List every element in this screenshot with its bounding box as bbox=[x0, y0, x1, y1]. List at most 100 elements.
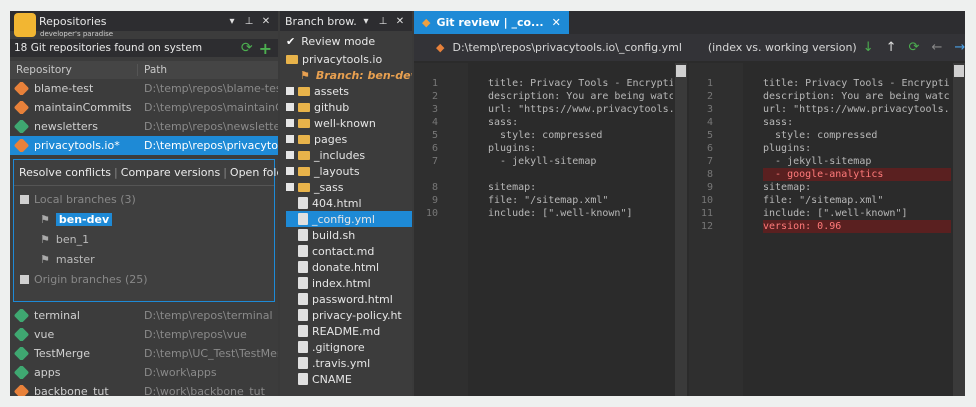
tree-folder[interactable]: _includes bbox=[286, 147, 412, 163]
left-editor[interactable]: 1 2 3 4 5 6 7 8 9 10 title: Privacy Tools - Encry… bbox=[414, 63, 687, 396]
tree-file[interactable]: password.html bbox=[286, 291, 412, 307]
tree-file[interactable]: .gitignore bbox=[286, 339, 412, 355]
refresh-icon[interactable]: ⟳ bbox=[241, 40, 253, 56]
up-arrow-icon[interactable]: ↑ bbox=[886, 40, 897, 55]
line-number: 8 bbox=[431, 182, 438, 193]
tree-file[interactable]: contact.md bbox=[286, 243, 412, 259]
collapse-icon[interactable] bbox=[20, 194, 29, 204]
tree-file[interactable]: build.sh bbox=[286, 227, 412, 243]
right-editor[interactable]: 1 2 3 4 5 6 7 8 9 10 11 12 title: Privacy Tools - E… bbox=[689, 63, 965, 396]
branch-icon: ⚑ bbox=[40, 252, 50, 266]
file-icon bbox=[298, 213, 308, 225]
expand-icon[interactable] bbox=[286, 87, 294, 95]
branch-label: master bbox=[55, 252, 95, 266]
compare-versions-link[interactable]: Compare versions bbox=[121, 166, 220, 179]
repo-row[interactable]: TestMerge D:\temp\UC_Test\TestMerg bbox=[10, 344, 278, 363]
tree-folder[interactable]: assets bbox=[286, 83, 412, 99]
repo-status-icon bbox=[13, 385, 30, 396]
tree-file[interactable]: .travis.yml bbox=[286, 355, 412, 371]
tree-folder[interactable]: github bbox=[286, 99, 412, 115]
tree-file[interactable]: _config.yml bbox=[286, 211, 412, 227]
repo-row[interactable]: privacytools.io* D:\temp\repos\privacytoo… bbox=[10, 136, 278, 155]
dropdown-icon[interactable]: ▾ bbox=[359, 16, 373, 27]
tree-file[interactable]: privacy-policy.ht bbox=[286, 307, 412, 323]
dropdown-icon[interactable]: ▾ bbox=[225, 16, 239, 27]
expand-icon[interactable] bbox=[286, 135, 294, 143]
branch-ben-1[interactable]: ⚑ ben_1 bbox=[20, 229, 274, 249]
repo-row[interactable]: backbone_tut D:\work\backbone_tut bbox=[10, 382, 278, 396]
repo-count-bar: 18 Git repositories found on system ⟳ + bbox=[10, 39, 278, 58]
repo-row[interactable]: newsletters D:\temp\repos\newsletters bbox=[10, 117, 278, 136]
tree-file[interactable]: donate.html bbox=[286, 259, 412, 275]
branch-ben-dev[interactable]: ⚑ ben-dev bbox=[20, 209, 274, 229]
folder-icon bbox=[298, 150, 310, 160]
close-tab-icon[interactable]: ✕ bbox=[552, 16, 561, 29]
folder-icon bbox=[286, 54, 298, 64]
pin-icon[interactable]: ⊥ bbox=[376, 16, 390, 27]
tree-branch: ⚑ Branch: ben-dev bbox=[286, 67, 412, 83]
close-icon[interactable]: ✕ bbox=[393, 16, 407, 27]
tree-folder[interactable]: well-known bbox=[286, 115, 412, 131]
tree-branch-label: Branch: ben-dev bbox=[315, 68, 412, 82]
line-number: 6 bbox=[431, 143, 438, 154]
tab-git-review[interactable]: ◆ Git review | _co... ✕ bbox=[414, 11, 569, 34]
line-number bbox=[414, 168, 468, 181]
folder-label: pages bbox=[314, 132, 348, 146]
tree-file[interactable]: 404.html bbox=[286, 195, 412, 211]
folder-icon bbox=[298, 102, 310, 112]
column-path[interactable]: Path bbox=[138, 64, 167, 76]
repo-row[interactable]: terminal D:\temp\repos\terminal bbox=[10, 306, 278, 325]
back-icon[interactable]: ← bbox=[931, 40, 942, 55]
repo-row[interactable]: blame-test D:\temp\repos\blame-test bbox=[10, 79, 278, 98]
tree-folder[interactable]: pages bbox=[286, 131, 412, 147]
code-line: title: Privacy Tools - Encrypti bbox=[763, 78, 950, 89]
branch-icon: ⚑ bbox=[40, 212, 50, 226]
local-branches-node[interactable]: Local branches (3) bbox=[20, 189, 274, 209]
file-label: README.md bbox=[312, 324, 381, 338]
tree-file[interactable]: README.md bbox=[286, 323, 412, 339]
tree-folder[interactable]: _sass bbox=[286, 179, 412, 195]
folder-label: _layouts bbox=[314, 164, 360, 178]
repo-row[interactable]: maintainCommits D:\temp\repos\maintainCo bbox=[10, 98, 278, 117]
code-line: include: [".well-known"] bbox=[488, 208, 633, 219]
repo-path: D:\temp\repos\maintainCo bbox=[144, 101, 278, 114]
close-icon[interactable]: ✕ bbox=[259, 16, 273, 27]
resolve-conflicts-link[interactable]: Resolve conflicts bbox=[19, 166, 111, 179]
code-line: url: "https://www.privacytools. bbox=[763, 104, 950, 115]
origin-branches-node[interactable]: Origin branches (25) bbox=[20, 269, 274, 289]
git-icon: ◆ bbox=[436, 41, 445, 54]
left-scrollbar[interactable] bbox=[675, 63, 687, 396]
tree-folder[interactable]: _layouts bbox=[286, 163, 412, 179]
code-line: description: You are being watc bbox=[488, 91, 673, 102]
tree-file[interactable]: CNAME bbox=[286, 371, 412, 387]
repo-row[interactable]: vue D:\temp\repos\vue bbox=[10, 325, 278, 344]
refresh-icon[interactable]: ⟳ bbox=[909, 40, 920, 55]
folder-icon bbox=[298, 182, 310, 192]
expand-icon[interactable] bbox=[286, 151, 294, 159]
expand-icon[interactable] bbox=[286, 103, 294, 111]
scroll-up-icon[interactable] bbox=[954, 65, 964, 77]
expand-icon[interactable] bbox=[20, 274, 29, 284]
right-scrollbar[interactable] bbox=[953, 63, 965, 396]
expand-icon[interactable] bbox=[286, 183, 294, 191]
tree-file[interactable]: index.html bbox=[286, 275, 412, 291]
folder-icon bbox=[298, 134, 310, 144]
review-mode-toggle[interactable]: ✔ Review mode bbox=[280, 31, 412, 51]
pin-icon[interactable]: ⊥ bbox=[242, 16, 256, 27]
expand-icon[interactable] bbox=[286, 119, 294, 127]
file-icon bbox=[298, 245, 308, 257]
add-repository-icon[interactable]: + bbox=[259, 39, 272, 58]
down-arrow-icon[interactable]: ↓ bbox=[863, 40, 874, 55]
file-icon bbox=[298, 309, 308, 321]
file-label: privacy-policy.ht bbox=[312, 308, 402, 322]
scroll-up-icon[interactable] bbox=[676, 65, 686, 77]
repo-row[interactable]: apps D:\work\apps bbox=[10, 363, 278, 382]
open-folder-link[interactable]: Open folder bbox=[230, 166, 278, 179]
expand-icon[interactable] bbox=[286, 167, 294, 175]
forward-icon[interactable]: → bbox=[954, 40, 965, 55]
branch-master[interactable]: ⚑ master bbox=[20, 249, 274, 269]
branch-label: ben_1 bbox=[55, 232, 90, 246]
tree-root[interactable]: privacytools.io bbox=[286, 51, 412, 67]
code-line: sass: bbox=[763, 117, 794, 128]
column-repository[interactable]: Repository bbox=[10, 64, 138, 76]
